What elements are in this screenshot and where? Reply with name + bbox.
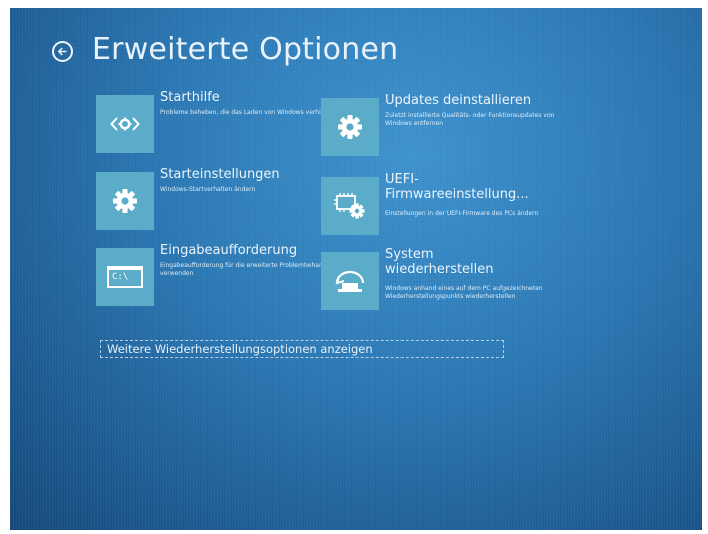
tile-startup-repair[interactable]: Starthilfe Probleme beheben, die das Lad… [96, 90, 338, 155]
tile-title: System wiederherstellen [385, 247, 494, 277]
tile-command-prompt[interactable]: C:\ Eingabeaufforderung Eingabeaufforder… [96, 243, 340, 308]
command-prompt-glyph: C:\ [107, 266, 143, 288]
tile-uninstall-updates[interactable]: Updates deinstallieren Zuletzt installie… [321, 93, 561, 160]
command-prompt-icon: C:\ [96, 248, 154, 306]
recovery-screen: Erweiterte Optionen Starthilfe Probleme … [10, 8, 702, 530]
tile-title: UEFI-Firmwareeinstellung... [385, 172, 529, 202]
back-button[interactable] [52, 41, 73, 62]
more-recovery-options-link[interactable]: Weitere Wiederherstellungsoptionen anzei… [100, 340, 504, 358]
tile-startup-settings[interactable]: Starteinstellungen Windows-Startverhalte… [96, 167, 316, 232]
page-title: Erweiterte Optionen [92, 32, 399, 67]
tile-description: Windows anhand eines auf dem PC aufgezei… [385, 285, 543, 300]
tile-system-restore[interactable]: System wiederherstellen Windows anhand e… [321, 247, 561, 322]
tile-description: Probleme beheben, die das Laden von Wind… [160, 109, 339, 116]
tile-title: Updates deinstallieren [385, 93, 532, 108]
back-arrow-icon [57, 47, 67, 56]
gear-icon [321, 98, 379, 156]
tile-description: Einstellungen in der UEFI-Firmware des P… [385, 210, 539, 217]
startup-repair-icon [96, 95, 154, 153]
uefi-firmware-icon [321, 177, 379, 235]
tile-uefi-firmware[interactable]: UEFI-Firmwareeinstellung... Einstellunge… [321, 172, 561, 239]
gear-icon [96, 172, 154, 230]
tile-description: Zuletzt installierte Qualitäts- oder Fun… [385, 112, 555, 127]
tile-description: Eingabeaufforderung für die erweiterte P… [160, 262, 340, 277]
system-restore-icon [321, 252, 379, 310]
tile-description: Windows-Startverhalten ändern [160, 186, 256, 193]
